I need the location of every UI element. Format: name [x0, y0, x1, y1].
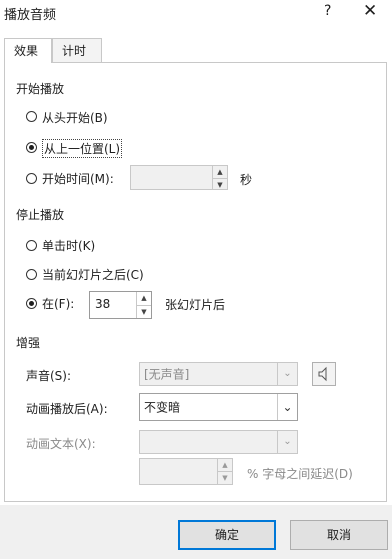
sound-label: 声音(S): [26, 369, 72, 383]
spin-up-icon[interactable]: ▲ [136, 292, 151, 305]
radio-after-current-slide-label[interactable]: 当前幻灯片之后(C) [42, 266, 144, 283]
radio-after-slides[interactable] [26, 298, 37, 309]
letter-delay-spinner[interactable]: ▲ ▼ [139, 458, 233, 485]
ok-button[interactable]: 确定 [178, 520, 276, 550]
start-section-heading: 开始播放 [16, 82, 65, 96]
chevron-down-icon[interactable]: ⌄ [277, 363, 297, 385]
radio-from-last-position[interactable] [26, 142, 37, 153]
spin-down-icon[interactable]: ▼ [217, 471, 232, 484]
spin-down-icon[interactable]: ▼ [136, 305, 151, 318]
after-animation-dropdown[interactable]: 不变暗 ⌄ [139, 393, 298, 421]
stop-section-heading: 停止播放 [16, 208, 65, 222]
speaker-icon[interactable] [312, 362, 336, 386]
sound-value: [无声音] [144, 367, 190, 382]
after-slides-value[interactable]: 38 [95, 297, 110, 311]
after-animation-value: 不变暗 [144, 400, 181, 415]
radio-from-last-position-label[interactable]: 从上一位置(L) [42, 139, 123, 158]
radio-from-start-label[interactable]: 从头开始(B) [42, 109, 108, 126]
seconds-unit: 秒 [240, 173, 253, 187]
radio-after-slides-label[interactable]: 在(F): [42, 295, 74, 312]
spin-down-icon[interactable]: ▼ [212, 178, 227, 189]
help-icon[interactable]: ? [324, 3, 331, 19]
chevron-down-icon[interactable]: ⌄ [277, 394, 297, 420]
after-slides-spinner[interactable]: 38 ▲ ▼ [89, 291, 152, 319]
start-time-spinner[interactable]: ▲ ▼ [130, 165, 228, 190]
tab-timing[interactable]: 计时 [52, 38, 102, 62]
radio-on-click[interactable] [26, 240, 37, 251]
radio-from-start[interactable] [26, 111, 37, 122]
spin-up-icon[interactable]: ▲ [217, 459, 232, 471]
radio-start-time-label[interactable]: 开始时间(M): [42, 170, 114, 187]
close-icon[interactable]: ✕ [363, 1, 377, 21]
radio-after-current-slide[interactable] [26, 269, 37, 280]
spin-up-icon[interactable]: ▲ [212, 166, 227, 178]
radio-on-click-label[interactable]: 单击时(K) [42, 237, 95, 254]
animate-text-dropdown[interactable]: ⌄ [139, 430, 298, 454]
enhance-section-heading: 增强 [16, 336, 41, 350]
after-slides-suffix: 张幻灯片后 [165, 298, 226, 312]
tab-effect[interactable]: 效果 [4, 38, 52, 63]
letter-delay-label: % 字母之间延迟(D) [247, 467, 353, 481]
radio-start-time[interactable] [26, 173, 37, 184]
chevron-down-icon[interactable]: ⌄ [277, 431, 297, 453]
after-animation-label: 动画播放后(A): [26, 402, 108, 416]
window-title: 播放音频 [4, 8, 57, 23]
title-bar [0, 0, 392, 28]
sound-dropdown[interactable]: [无声音] ⌄ [139, 362, 298, 386]
cancel-button[interactable]: 取消 [290, 520, 388, 550]
animate-text-label: 动画文本(X): [26, 437, 96, 451]
